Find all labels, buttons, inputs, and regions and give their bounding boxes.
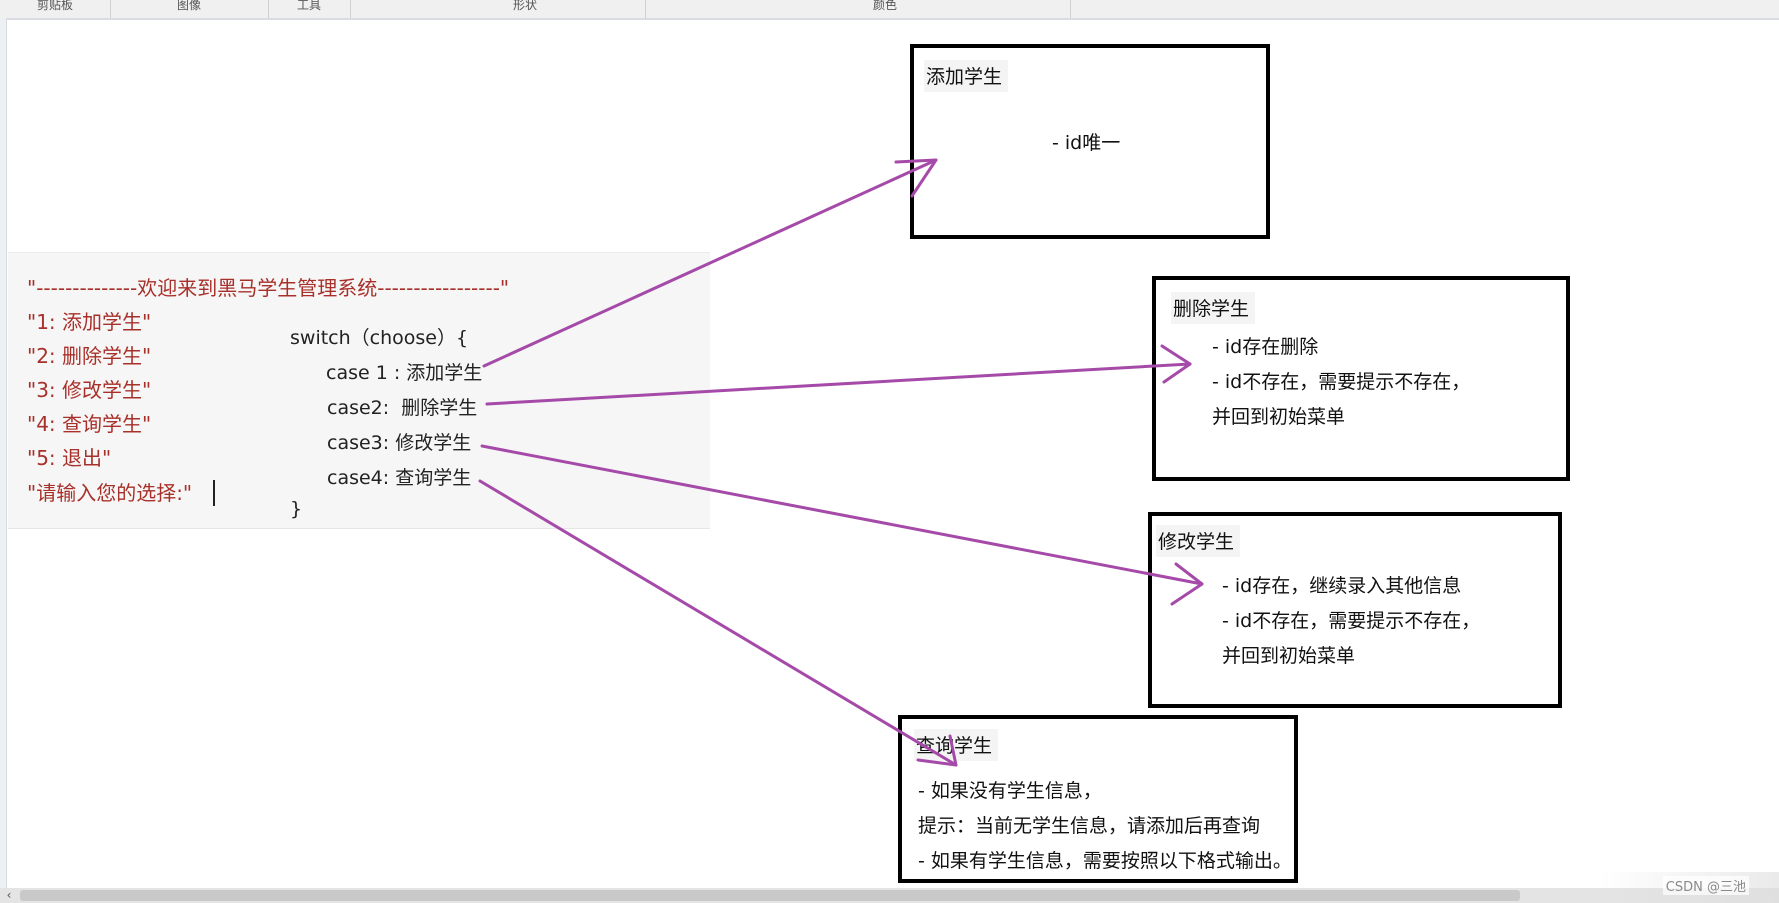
connector-arrows bbox=[478, 158, 1204, 767]
watermark-text: CSDN @三池 bbox=[1662, 876, 1749, 895]
scrollbar-thumb[interactable] bbox=[20, 890, 1520, 901]
arrow-delete bbox=[485, 362, 1192, 406]
horizontal-scrollbar[interactable]: ‹ bbox=[0, 888, 1779, 903]
arrow-add-head bbox=[894, 158, 938, 198]
arrow-modify bbox=[480, 444, 1204, 586]
chevron-left-icon[interactable]: ‹ bbox=[2, 888, 16, 903]
arrow-add bbox=[482, 158, 938, 368]
